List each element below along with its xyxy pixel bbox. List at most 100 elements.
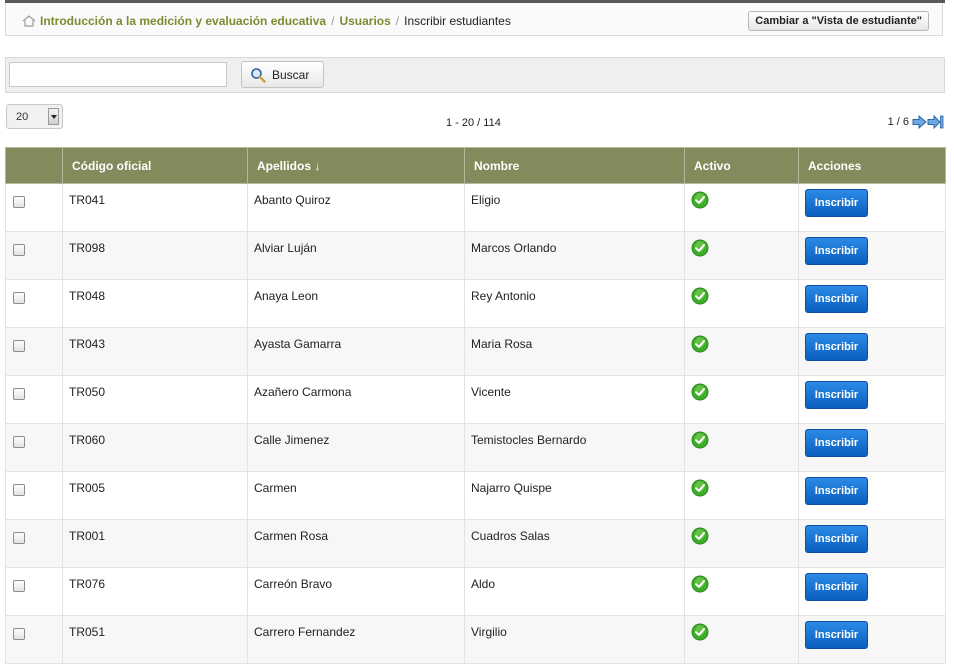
search-bar: Buscar <box>5 57 945 93</box>
enroll-button[interactable]: Inscribir <box>805 525 868 553</box>
check-circle-icon <box>691 287 709 305</box>
check-circle-icon <box>691 191 709 209</box>
row-checkbox[interactable] <box>13 244 25 256</box>
select-cell <box>5 567 63 616</box>
enroll-button[interactable]: Inscribir <box>805 285 868 313</box>
code-cell: TR060 <box>62 423 248 472</box>
arrow-right-icon[interactable] <box>912 115 927 129</box>
magnifier-icon <box>251 67 266 83</box>
select-cell <box>5 423 63 472</box>
row-checkbox[interactable] <box>13 340 25 352</box>
check-circle-icon <box>691 623 709 641</box>
check-circle-icon <box>691 239 709 257</box>
table-row: TR051 Carrero Fernandez Virgilio Inscribir <box>5 615 946 664</box>
code-cell: TR048 <box>62 279 248 328</box>
code-cell: TR001 <box>62 519 248 568</box>
row-checkbox[interactable] <box>13 532 25 544</box>
select-cell <box>5 231 63 280</box>
students-table: Código oficial Apellidos ↓ Nombre Activo… <box>5 147 946 664</box>
select-cell <box>5 615 63 664</box>
per-page-select[interactable]: 20 <box>6 104 63 129</box>
code-cell: TR005 <box>62 471 248 520</box>
firstname-cell: Marcos Orlando <box>464 231 685 280</box>
search-button[interactable]: Buscar <box>241 61 324 88</box>
actions-cell: Inscribir <box>798 519 946 568</box>
breadcrumb: Introducción a la medición y evaluación … <box>5 3 943 36</box>
actions-cell: Inscribir <box>798 375 946 424</box>
enroll-button[interactable]: Inscribir <box>805 381 868 409</box>
column-header-active[interactable]: Activo <box>684 147 799 184</box>
check-circle-icon <box>691 575 709 593</box>
code-cell: TR050 <box>62 375 248 424</box>
breadcrumb-separator: / <box>395 14 400 28</box>
column-header-lastname[interactable]: Apellidos ↓ <box>247 147 465 184</box>
check-circle-icon <box>691 335 709 353</box>
table-row: TR048 Anaya Leon Rey Antonio Inscribir <box>5 279 946 328</box>
table-row: TR043 Ayasta Gamarra Maria Rosa Inscribir <box>5 327 946 376</box>
row-checkbox[interactable] <box>13 436 25 448</box>
active-cell <box>684 327 799 376</box>
lastname-cell: Anaya Leon <box>247 279 465 328</box>
code-cell: TR076 <box>62 567 248 616</box>
lastname-cell: Calle Jimenez <box>247 423 465 472</box>
firstname-cell: Cuadros Salas <box>464 519 685 568</box>
row-checkbox[interactable] <box>13 628 25 640</box>
breadcrumb-users-link[interactable]: Usuarios <box>339 14 390 28</box>
lastname-cell: Ayasta Gamarra <box>247 327 465 376</box>
actions-cell: Inscribir <box>798 615 946 664</box>
enroll-button[interactable]: Inscribir <box>805 477 868 505</box>
chevron-down-icon[interactable] <box>48 108 59 125</box>
row-checkbox[interactable] <box>13 292 25 304</box>
column-header-select <box>5 147 63 184</box>
active-cell <box>684 519 799 568</box>
enroll-button[interactable]: Inscribir <box>805 573 868 601</box>
row-checkbox[interactable] <box>13 388 25 400</box>
code-cell: TR098 <box>62 231 248 280</box>
actions-cell: Inscribir <box>798 327 946 376</box>
enroll-button[interactable]: Inscribir <box>805 237 868 265</box>
page-indicator: 1 / 6 <box>887 116 909 128</box>
enroll-button[interactable]: Inscribir <box>805 333 868 361</box>
actions-cell: Inscribir <box>798 567 946 616</box>
column-header-firstname[interactable]: Nombre <box>464 147 685 184</box>
active-cell <box>684 471 799 520</box>
actions-cell: Inscribir <box>798 471 946 520</box>
home-icon[interactable] <box>22 15 36 27</box>
active-cell <box>684 183 799 232</box>
firstname-cell: Aldo <box>464 567 685 616</box>
select-cell <box>5 519 63 568</box>
code-cell: TR051 <box>62 615 248 664</box>
row-checkbox[interactable] <box>13 580 25 592</box>
table-row: TR005 Carmen Najarro Quispe Inscribir <box>5 471 946 520</box>
actions-cell: Inscribir <box>798 279 946 328</box>
table-row: TR076 Carreón Bravo Aldo Inscribir <box>5 567 946 616</box>
breadcrumb-trail: Introducción a la medición y evaluación … <box>22 14 511 28</box>
select-cell <box>5 183 63 232</box>
table-row: TR098 Alviar Luján Marcos Orlando Inscribir <box>5 231 946 280</box>
firstname-cell: Rey Antonio <box>464 279 685 328</box>
breadcrumb-course-link[interactable]: Introducción a la medición y evaluación … <box>40 14 326 28</box>
table-row: TR041 Abanto Quiroz Eligio Inscribir <box>5 183 946 232</box>
enroll-button[interactable]: Inscribir <box>805 189 868 217</box>
code-cell: TR043 <box>62 327 248 376</box>
student-view-button[interactable]: Cambiar a "Vista de estudiante" <box>748 11 929 31</box>
firstname-cell: Vicente <box>464 375 685 424</box>
enroll-button[interactable]: Inscribir <box>805 429 868 457</box>
row-checkbox[interactable] <box>13 196 25 208</box>
column-header-actions: Acciones <box>798 147 946 184</box>
per-page-value: 20 <box>16 111 29 123</box>
enroll-button[interactable]: Inscribir <box>805 621 868 649</box>
check-circle-icon <box>691 383 709 401</box>
lastname-cell: Carmen Rosa <box>247 519 465 568</box>
breadcrumb-separator: / <box>331 14 335 28</box>
search-input[interactable] <box>9 62 227 87</box>
column-header-code[interactable]: Código oficial <box>62 147 248 184</box>
breadcrumb-current: Inscribir estudiantes <box>404 14 511 28</box>
actions-cell: Inscribir <box>798 231 946 280</box>
row-checkbox[interactable] <box>13 484 25 496</box>
firstname-cell: Najarro Quispe <box>464 471 685 520</box>
actions-cell: Inscribir <box>798 423 946 472</box>
active-cell <box>684 567 799 616</box>
arrow-last-icon[interactable] <box>927 115 944 129</box>
table-row: TR001 Carmen Rosa Cuadros Salas Inscribir <box>5 519 946 568</box>
